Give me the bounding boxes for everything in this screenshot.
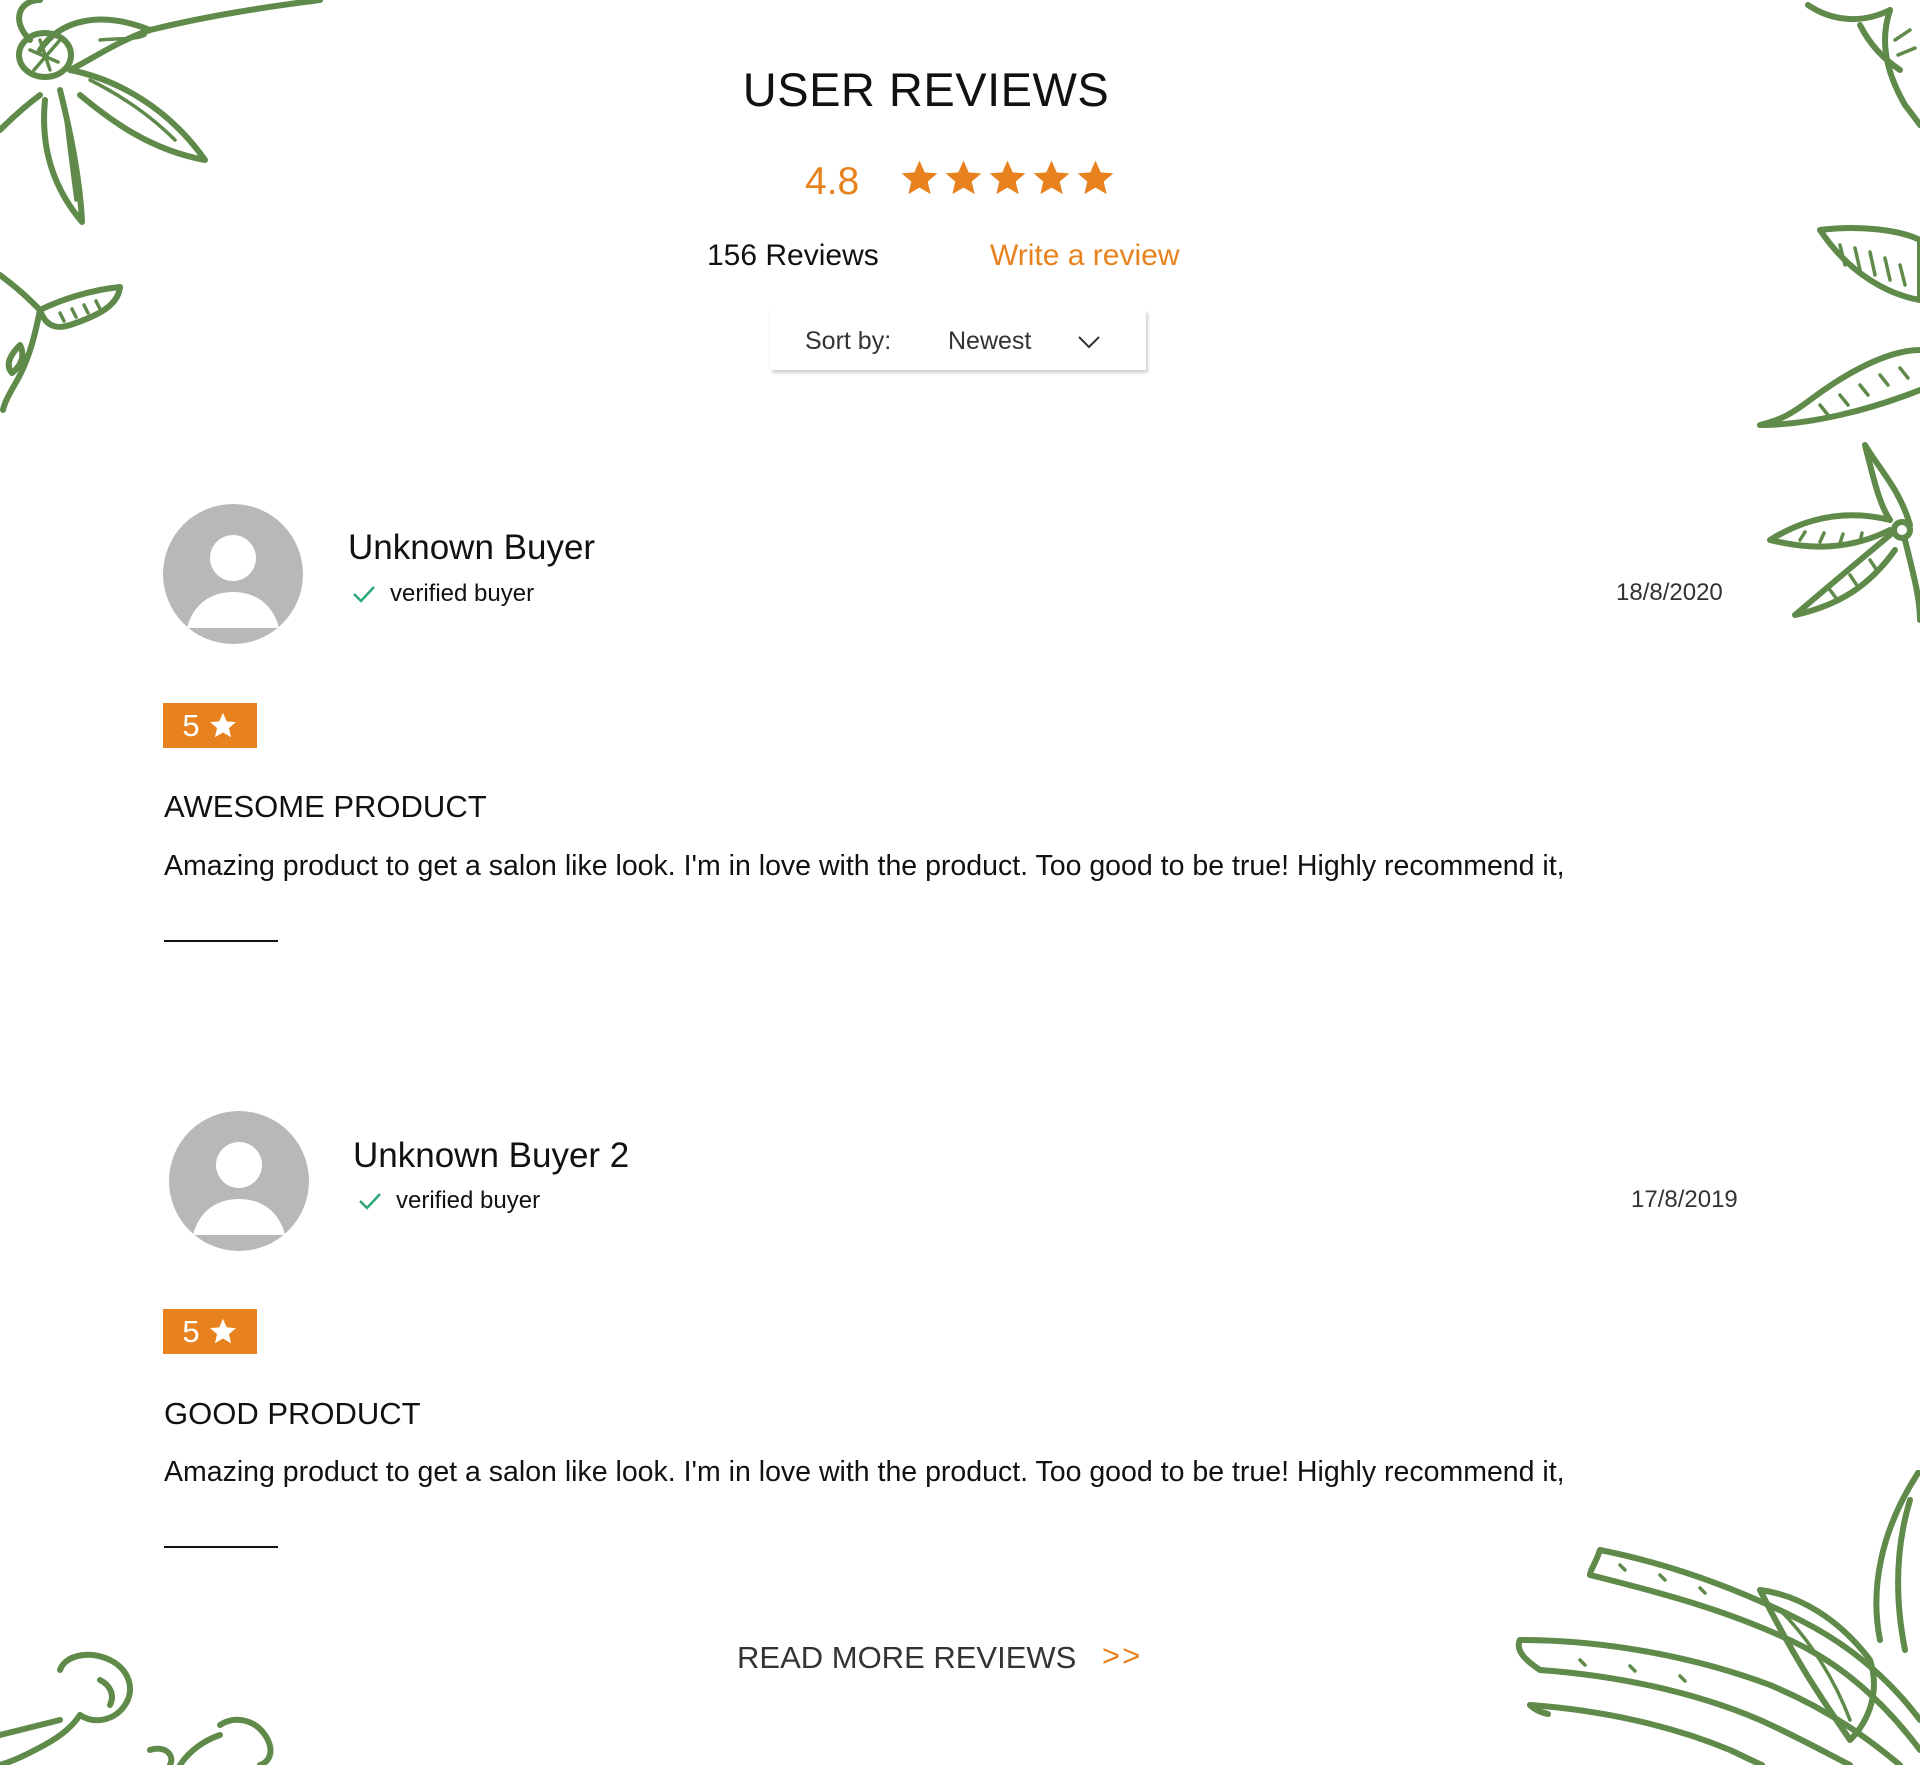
avatar (163, 504, 303, 644)
star-icon (899, 158, 940, 198)
chevron-down-icon (1078, 336, 1100, 354)
review-title: AWESOME PRODUCT (164, 789, 487, 824)
review-rating-badge: 5 (163, 703, 257, 748)
review-date: 17/8/2019 (1631, 1186, 1738, 1213)
average-rating-row: 4.8 (805, 148, 1116, 208)
star-icon (987, 158, 1028, 198)
average-rating-stars (899, 158, 1116, 198)
checkmark-icon (358, 1191, 396, 1211)
verified-label: verified buyer (390, 580, 535, 607)
star-icon (208, 1317, 238, 1346)
write-review-link[interactable]: Write a review (990, 239, 1180, 273)
verified-badge: verified buyer (352, 580, 534, 608)
star-icon (1031, 158, 1072, 198)
read-more-arrow[interactable]: >> (1102, 1638, 1142, 1674)
botanical-bottom-right-vanilla (1500, 1470, 1920, 1765)
verified-label: verified buyer (396, 1187, 541, 1214)
review-divider (164, 940, 278, 942)
review-divider (164, 1546, 278, 1548)
review-rating-value: 5 (182, 1313, 200, 1349)
review-rating-badge: 5 (163, 1309, 257, 1354)
review-title: GOOD PRODUCT (164, 1396, 421, 1431)
sort-dropdown[interactable]: Sort by: Newest (770, 310, 1146, 370)
review-count: 156 Reviews (707, 239, 879, 272)
checkmark-icon (352, 584, 390, 604)
sort-label: Sort by: (805, 327, 892, 355)
reviewer-name: Unknown Buyer 2 (353, 1136, 630, 1175)
botanical-right-star-anise (1700, 220, 1920, 670)
star-icon (1075, 158, 1116, 198)
page-title: USER REVIEWS (742, 63, 1110, 116)
botanical-left-clove (0, 265, 130, 425)
star-icon (208, 711, 238, 740)
review-date: 18/8/2020 (1616, 579, 1723, 606)
review-body: Amazing product to get a salon like look… (164, 850, 1565, 882)
verified-badge: verified buyer (358, 1187, 540, 1215)
review-rating-value: 5 (182, 707, 200, 743)
reviews-meta-row: 156 Reviews Write a review (0, 235, 1920, 280)
read-more-reviews-link[interactable]: READ MORE REVIEWS (737, 1640, 1076, 1676)
reviewer-name: Unknown Buyer (348, 528, 596, 567)
review-body: Amazing product to get a salon like look… (164, 1456, 1565, 1488)
average-rating-value: 4.8 (805, 160, 860, 203)
botanical-bottom-left-clove (0, 1640, 300, 1765)
star-icon (943, 158, 984, 198)
avatar (169, 1111, 309, 1251)
sort-selected-value: Newest (948, 327, 1032, 355)
